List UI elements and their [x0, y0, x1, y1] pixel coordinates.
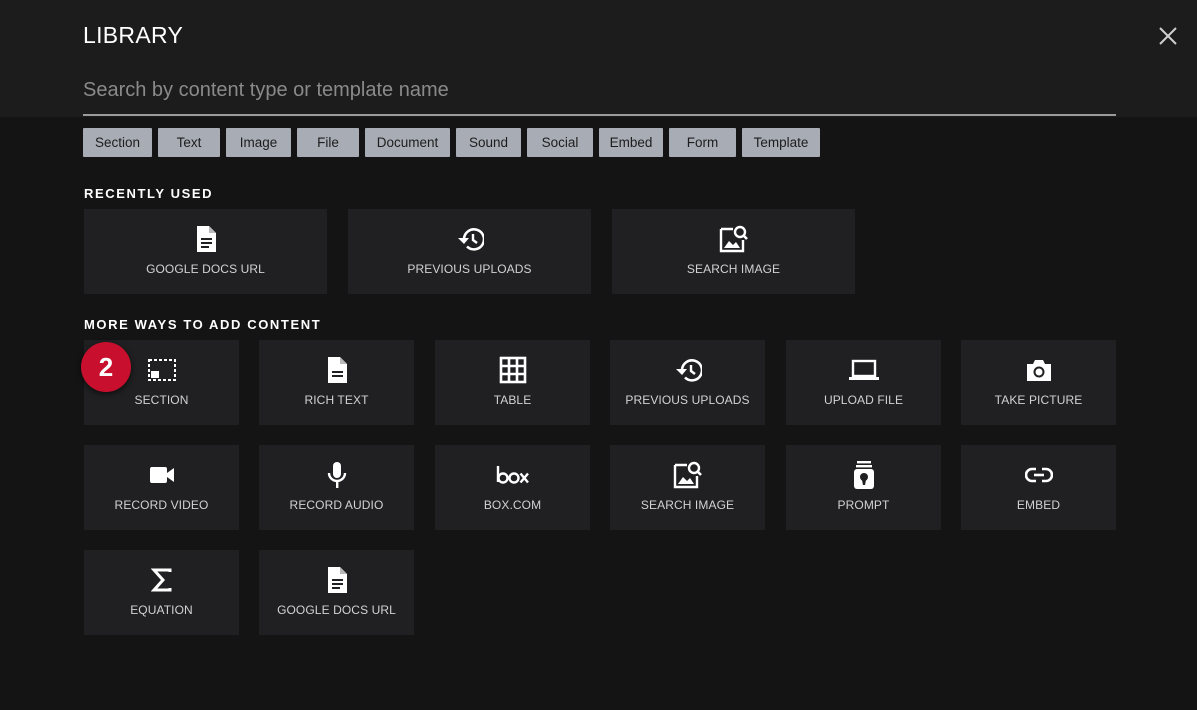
tile-label: TAKE PICTURE	[994, 393, 1083, 407]
tile-label: SEARCH IMAGE	[686, 262, 781, 276]
history-icon	[454, 223, 486, 255]
tile-table[interactable]: TABLE	[435, 340, 590, 425]
section-icon	[146, 354, 178, 386]
tile-prompt[interactable]: PROMPT	[786, 445, 941, 530]
filter-chips: Section Text Image File Document Sound S…	[83, 128, 820, 157]
tile-record-video[interactable]: RECORD VIDEO	[84, 445, 239, 530]
tile-take-picture[interactable]: TAKE PICTURE	[961, 340, 1116, 425]
laptop-icon	[848, 354, 880, 386]
filter-chip-text[interactable]: Text	[158, 128, 220, 157]
box-logo-icon	[495, 459, 531, 491]
tile-label: SECTION	[134, 393, 189, 407]
tile-label: TABLE	[493, 393, 532, 407]
tile-label: GOOGLE DOCS URL	[277, 603, 396, 617]
close-button[interactable]	[1154, 22, 1182, 50]
tile-google-docs-url[interactable]: GOOGLE DOCS URL	[259, 550, 414, 635]
tile-label: PREVIOUS UPLOADS	[407, 262, 532, 276]
search-field	[83, 70, 1116, 116]
document-icon	[321, 564, 353, 596]
more-ways-heading: MORE WAYS TO ADD CONTENT	[84, 317, 322, 332]
tile-equation[interactable]: EQUATION	[84, 550, 239, 635]
tile-label: RICH TEXT	[304, 393, 369, 407]
recent-tile-google-docs-url[interactable]: GOOGLE DOCS URL	[84, 209, 327, 294]
image-search-icon	[672, 459, 704, 491]
tile-label: SEARCH IMAGE	[640, 498, 735, 512]
search-input[interactable]	[83, 70, 1116, 110]
prompt-icon	[848, 459, 880, 491]
tile-box-com[interactable]: BOX.COM	[435, 445, 590, 530]
recently-used-heading: RECENTLY USED	[84, 186, 214, 201]
step-badge: 2	[81, 342, 131, 392]
camera-icon	[1023, 354, 1055, 386]
recent-tile-search-image[interactable]: SEARCH IMAGE	[612, 209, 855, 294]
page-title: LIBRARY	[83, 22, 184, 48]
link-icon	[1023, 459, 1055, 491]
tile-previous-uploads[interactable]: PREVIOUS UPLOADS	[610, 340, 765, 425]
tile-label: UPLOAD FILE	[823, 393, 904, 407]
tile-upload-file[interactable]: UPLOAD FILE	[786, 340, 941, 425]
video-camera-icon	[146, 459, 178, 491]
filter-chip-form[interactable]: Form	[669, 128, 736, 157]
tile-rich-text[interactable]: RICH TEXT	[259, 340, 414, 425]
filter-chip-section[interactable]: Section	[83, 128, 152, 157]
tile-embed[interactable]: EMBED	[961, 445, 1116, 530]
filter-chip-document[interactable]: Document	[365, 128, 450, 157]
tile-label: BOX.COM	[483, 498, 542, 512]
sigma-icon	[146, 564, 178, 596]
tile-label: PREVIOUS UPLOADS	[625, 393, 750, 407]
history-icon	[672, 354, 704, 386]
tile-label: EMBED	[1016, 498, 1061, 512]
tile-label: GOOGLE DOCS URL	[146, 262, 265, 276]
document-icon	[321, 354, 353, 386]
filter-chip-file[interactable]: File	[297, 128, 359, 157]
document-icon	[190, 223, 222, 255]
filter-chip-template[interactable]: Template	[742, 128, 820, 157]
tile-label: RECORD VIDEO	[114, 498, 209, 512]
tile-search-image[interactable]: SEARCH IMAGE	[610, 445, 765, 530]
recent-tile-previous-uploads[interactable]: PREVIOUS UPLOADS	[348, 209, 591, 294]
grid-icon	[497, 354, 529, 386]
tile-label: RECORD AUDIO	[289, 498, 384, 512]
filter-chip-image[interactable]: Image	[226, 128, 291, 157]
filter-chip-social[interactable]: Social	[527, 128, 593, 157]
tile-record-audio[interactable]: RECORD AUDIO	[259, 445, 414, 530]
tile-label: EQUATION	[130, 603, 193, 617]
microphone-icon	[321, 459, 353, 491]
close-icon	[1159, 27, 1177, 45]
filter-chip-sound[interactable]: Sound	[456, 128, 521, 157]
image-search-icon	[718, 223, 750, 255]
filter-chip-embed[interactable]: Embed	[599, 128, 663, 157]
tile-label: PROMPT	[837, 498, 890, 512]
